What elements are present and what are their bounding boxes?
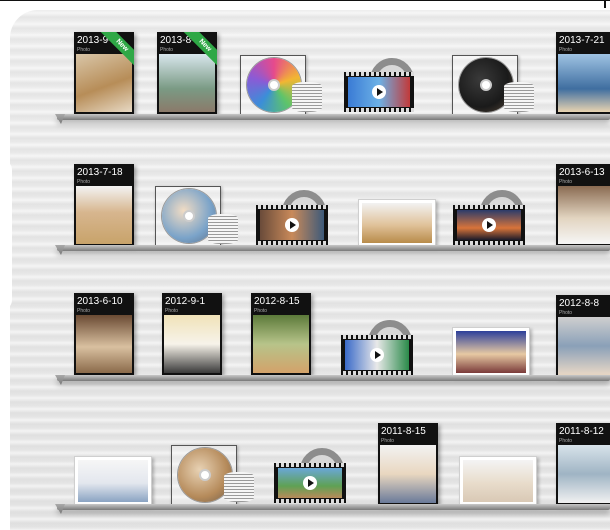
video-album[interactable] [256,205,328,245]
album-type: Photo [254,308,268,314]
album-type: Photo [559,179,573,185]
album-2012-9-1[interactable]: 2012-9-1 Photo [162,293,222,375]
album-type: Photo [381,438,395,444]
shelf [57,114,610,120]
album-date: 2013-6-13 [559,167,605,178]
disc-stack-icon [504,82,534,112]
photo-thumbnail [78,460,148,502]
album-type: Photo [77,308,91,314]
album-type: Photo [77,179,91,185]
album-2013-7-21[interactable]: 2013-7-21 Photo [556,32,610,114]
video-album[interactable] [341,335,413,375]
disc-stack-icon [224,472,254,502]
shelf [57,375,610,381]
album-2012-8-8[interactable]: 2012-8-8 Photo [556,295,610,377]
photo-thumbnail [362,203,432,243]
photo-thumbnail [456,331,526,373]
album-date: 2013-6-10 [77,296,123,307]
album-2013-6-10[interactable]: 2013-6-10 Photo [74,293,134,375]
video-album[interactable] [344,72,414,112]
album-date: 2012-8-15 [254,296,300,307]
album-date: 2011-8-15 [381,426,426,437]
album-cover-photo [76,315,132,373]
album-date: 2012-8-8 [559,298,600,309]
photo-thumbnail [463,460,533,502]
photo-item[interactable] [358,199,436,247]
play-icon [285,218,299,232]
album-date: 2013-7-21 [559,35,605,46]
play-icon [482,218,496,232]
album-type: Photo [160,47,174,53]
album-date: 2012-9-1 [165,296,206,307]
album-cover-photo [164,315,220,373]
album-2013-7-18[interactable]: 2013-7-18 Photo [74,164,134,246]
album-cover-photo [76,186,132,244]
album-type: Photo [559,438,573,444]
top-border [0,0,610,1]
album-date: 2011-8-12 [559,426,604,437]
disc-stack-icon [292,82,322,112]
album-type: Photo [77,47,91,53]
album-cover-photo [253,315,309,373]
album-type: Photo [559,310,573,316]
album-2012-8-15[interactable]: 2012-8-15 Photo [251,293,311,375]
album-cover-photo [159,54,215,112]
play-icon [372,85,386,99]
shelf [57,245,610,251]
album-cover-photo [380,445,436,503]
video-album[interactable] [453,205,525,245]
album-cover-photo [558,54,610,112]
album-2013-9[interactable]: 2013-9- Photo New [74,32,134,114]
album-2011-8-12[interactable]: 2011-8-12 Photo [556,423,610,505]
play-icon [303,476,317,490]
album-type: Photo [559,47,573,53]
album-cover-photo [76,54,132,112]
shelf [57,504,610,510]
album-2013-8[interactable]: 2013-8- Photo New [157,32,217,114]
photo-item[interactable] [452,327,530,377]
album-type: Photo [165,308,179,314]
video-album[interactable] [274,463,346,503]
side-tab[interactable] [0,160,12,310]
play-icon [370,348,384,362]
album-2013-6-13[interactable]: 2013-6-13 Photo [556,164,610,246]
top-notch [604,0,606,8]
album-cover-photo [558,445,610,503]
album-cover-photo [558,317,610,375]
album-date: 2013-7-18 [77,167,123,178]
album-cover-photo [558,186,610,244]
album-2011-8-15[interactable]: 2011-8-15 Photo [378,423,438,505]
photo-item[interactable] [74,456,152,506]
photo-item[interactable] [459,456,537,506]
disc-stack-icon [208,214,238,244]
